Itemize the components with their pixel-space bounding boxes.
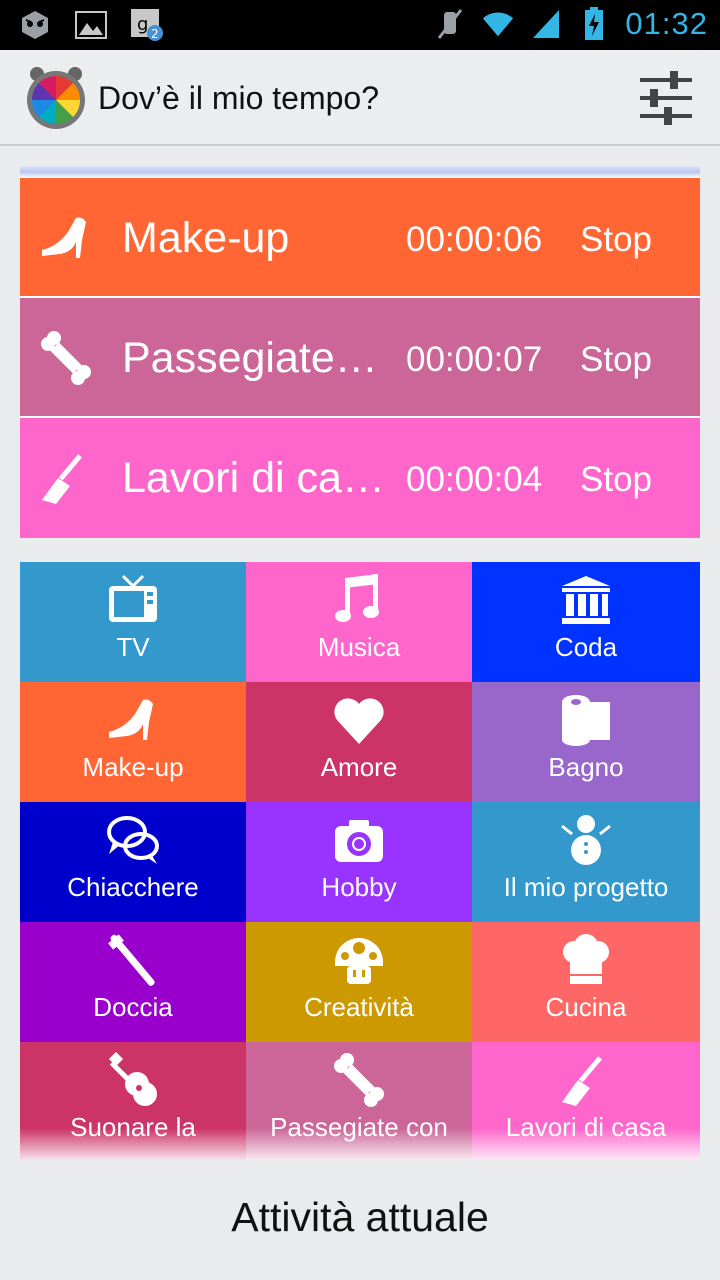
running-row-lavori[interactable]: Lavori di ca… 00:00:04 Stop	[20, 418, 700, 538]
activity-tile-tv[interactable]: TV	[20, 562, 246, 682]
stop-button[interactable]: Stop	[580, 460, 652, 500]
wifi-icon	[481, 7, 515, 41]
camera-icon	[331, 812, 387, 868]
activity-label: Suonare la	[70, 1112, 196, 1142]
image-icon	[74, 8, 108, 42]
activity-label: Passegiate con	[270, 1112, 448, 1142]
activity-label: Lavori di casa	[505, 1112, 667, 1142]
activity-label: Hobby	[321, 872, 397, 902]
guitar-icon	[105, 1051, 161, 1108]
activity-tile-passegiate[interactable]: Passegiate con	[246, 1042, 472, 1160]
broom-icon	[38, 450, 94, 506]
running-time: 00:00:06	[406, 220, 543, 259]
activity-label: Coda	[554, 632, 618, 662]
mushroom-icon	[331, 932, 387, 988]
chef-hat-icon	[558, 932, 614, 988]
running-time: 00:00:04	[406, 460, 543, 499]
toothbrush-icon	[105, 932, 161, 988]
heart-icon	[331, 692, 387, 748]
bone-icon	[331, 1052, 387, 1108]
status-bar: g2 01:32	[0, 0, 720, 50]
status-time: 01:32	[625, 6, 708, 41]
broom-icon	[558, 1052, 614, 1108]
toilet-paper-icon	[558, 692, 614, 748]
stop-button[interactable]: Stop	[580, 340, 652, 380]
bank-icon	[558, 572, 614, 628]
activity-tile-creativita[interactable]: Creatività	[246, 922, 472, 1042]
chat-bubbles-icon	[105, 812, 161, 868]
running-row-passegiate[interactable]: Passegiate… 00:00:07 Stop	[20, 298, 700, 418]
signal-icon	[529, 7, 563, 41]
activity-label: TV	[116, 632, 150, 662]
activity-tile-musica[interactable]: Musica	[246, 562, 472, 682]
activity-tile-coda[interactable]: Coda	[472, 562, 700, 682]
activity-tile-progetto[interactable]: Il mio progetto	[472, 802, 700, 922]
activity-label: Doccia	[93, 992, 173, 1022]
activity-label: Chiacchere	[67, 872, 199, 902]
settings-sliders-icon[interactable]	[636, 68, 696, 128]
high-heel-icon	[105, 692, 161, 748]
running-label: Passegiate…	[122, 334, 378, 382]
svg-text:g: g	[137, 14, 148, 35]
music-note-icon	[331, 572, 387, 628]
running-row-makeup[interactable]: Make-up 00:00:06 Stop	[20, 178, 700, 298]
activity-tile-amore[interactable]: Amore	[246, 682, 472, 802]
activity-tile-lavori[interactable]: Lavori di casa	[472, 1042, 700, 1160]
activity-label: Il mio progetto	[503, 872, 669, 902]
activity-label: Make-up	[82, 752, 184, 782]
mute-icon	[433, 7, 467, 41]
activity-label: Amore	[320, 752, 398, 782]
activity-tile-doccia[interactable]: Doccia	[20, 922, 246, 1042]
activity-tile-cucina[interactable]: Cucina	[472, 922, 700, 1042]
activity-tile-chiacchere[interactable]: Chiacchere	[20, 802, 246, 922]
running-label: Make-up	[122, 214, 290, 262]
snowman-icon	[558, 812, 614, 868]
app-title: Dov’è il mio tempo?	[98, 80, 379, 116]
android-debug-icon	[18, 8, 52, 42]
running-time: 00:00:07	[406, 340, 543, 379]
activity-tile-suonare[interactable]: Suonare la	[20, 1042, 246, 1160]
activity-tile-bagno[interactable]: Bagno	[472, 682, 700, 802]
activity-label: Musica	[317, 632, 401, 662]
current-activity-label[interactable]: Attività attuale	[0, 1194, 720, 1241]
battery-charging-icon	[577, 7, 611, 41]
stop-button[interactable]: Stop	[580, 220, 652, 260]
running-divider	[20, 166, 700, 178]
running-label: Lavori di ca…	[122, 454, 382, 502]
action-bar: Dov’è il mio tempo?	[0, 50, 720, 146]
activity-label: Cucina	[545, 992, 627, 1022]
tv-icon	[105, 572, 161, 628]
activity-label: Bagno	[548, 752, 624, 782]
activity-tile-hobby[interactable]: Hobby	[246, 802, 472, 922]
activity-label: Creatività	[304, 992, 414, 1022]
bone-icon	[38, 330, 94, 386]
svg-text:2: 2	[151, 27, 159, 41]
translate-icon: g2	[130, 8, 164, 42]
activity-grid: TV Musica Coda Make-up Amore Bagno Chiac…	[20, 562, 700, 1160]
activity-tile-makeup[interactable]: Make-up	[20, 682, 246, 802]
running-activities: Make-up 00:00:06 Stop Passegiate… 00:00:…	[20, 166, 700, 538]
high-heel-icon	[38, 210, 94, 266]
app-logo-icon[interactable]	[26, 64, 86, 130]
